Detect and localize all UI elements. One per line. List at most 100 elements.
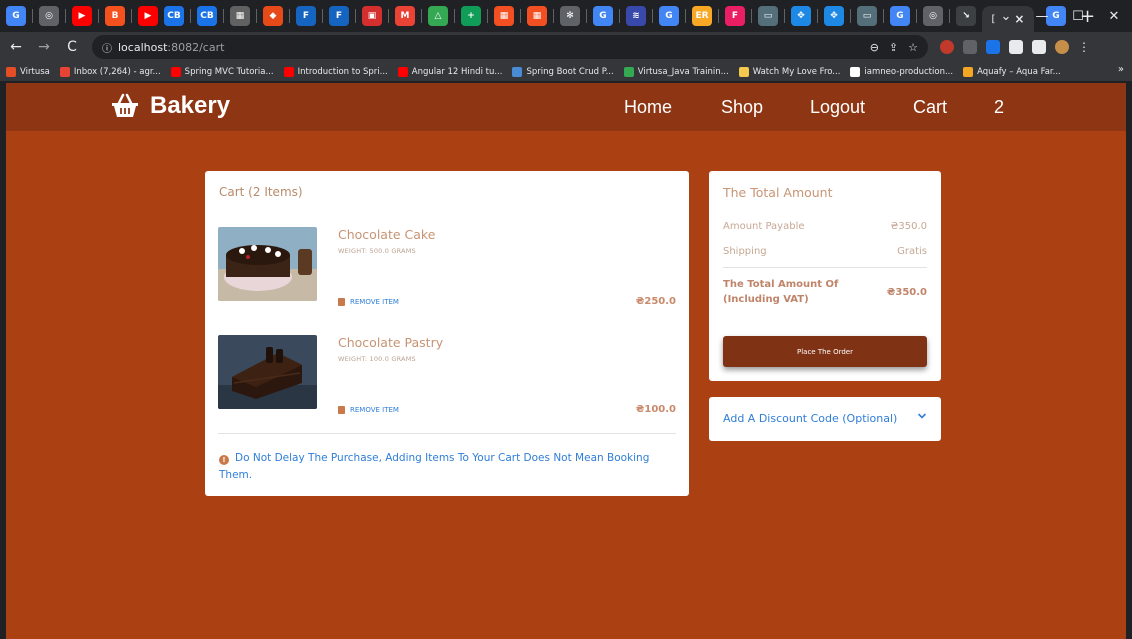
tab-code-icon[interactable]: ▭ <box>758 6 778 26</box>
cart-notice: ! Do Not Delay The Purchase, Adding Items… <box>219 450 669 484</box>
tab-flag-icon[interactable]: F <box>329 6 349 26</box>
tab-jpeg-icon[interactable]: ≋ <box>626 6 646 26</box>
bookmark-item[interactable]: Introduction to Spri... <box>283 66 388 77</box>
forward-arrow-icon[interactable]: → <box>32 39 56 55</box>
tab-gmail-icon[interactable]: M <box>395 6 415 26</box>
tab-blogger-icon[interactable]: B <box>105 6 125 26</box>
url-input[interactable]: ⓘ localhost :8082/cart ⊖ ⇪ ☆ <box>92 35 928 59</box>
bookmark-star-icon[interactable]: ☆ <box>908 41 918 54</box>
amount-payable-row: Amount Payable ₴350.0 <box>723 221 927 232</box>
browser-tab-strip: G ◎ ▶ B ▶ CB CB ▦ ◆ F F ▣ M △ + ▦ ▦ ✻ G … <box>0 0 1132 32</box>
bookmark-item[interactable]: Watch My Love Fro... <box>738 66 841 77</box>
bookmark-favicon-icon <box>397 66 408 77</box>
remove-item-button[interactable]: REMOVE ITEM <box>338 298 399 306</box>
minimize-button[interactable]: — <box>1024 9 1060 24</box>
bookmark-item[interactable]: Virtusa <box>6 66 50 77</box>
amount-payable-label: Amount Payable <box>723 221 805 232</box>
tab-separator <box>883 9 884 23</box>
tab-google-icon[interactable]: G <box>890 6 910 26</box>
basket-icon <box>112 93 138 117</box>
bookmark-item[interactable]: Virtusa_Java Trainin... <box>623 66 729 77</box>
brand[interactable]: Bakery <box>110 92 230 120</box>
bookmark-item[interactable]: iamneo-production... <box>850 66 953 77</box>
bookmark-favicon-icon <box>963 66 974 77</box>
tab-google-icon[interactable]: G <box>6 6 26 26</box>
tab-microsoft-icon[interactable]: ▦ <box>494 6 514 26</box>
bookmark-item[interactable]: Inbox (7,264) - agr... <box>59 66 161 77</box>
item-weight: WEIGHT: 500.0 GRAMS <box>338 247 416 255</box>
tab-separator <box>421 9 422 23</box>
tab-separator <box>289 9 290 23</box>
tab-separator <box>98 9 99 23</box>
tab-separator <box>949 9 950 23</box>
close-window-button[interactable]: ✕ <box>1096 9 1132 24</box>
tab-separator <box>619 9 620 23</box>
tab-code-icon[interactable]: ▭ <box>857 6 877 26</box>
tab-separator <box>652 9 653 23</box>
extension-icon[interactable] <box>986 40 1000 54</box>
tab-cross-icon[interactable]: ✥ <box>791 6 811 26</box>
profile-avatar[interactable] <box>1055 40 1069 54</box>
tab-cb-icon[interactable]: CB <box>164 6 184 26</box>
tab-cross-icon[interactable]: ✥ <box>824 6 844 26</box>
bookmark-favicon-icon <box>738 66 749 77</box>
tab-react-icon[interactable]: ✻ <box>560 6 580 26</box>
tab-drive-icon[interactable]: △ <box>428 6 448 26</box>
info-icon[interactable]: ⓘ <box>102 40 112 55</box>
tab-flag-icon[interactable]: F <box>296 6 316 26</box>
tab-globe-icon[interactable]: ◎ <box>923 6 943 26</box>
bookmark-label: Watch My Love Fro... <box>752 66 841 77</box>
discount-code-toggle[interactable]: Add A Discount Code (Optional) <box>709 397 941 441</box>
info-circle-icon: ! <box>219 455 229 465</box>
bookmark-item[interactable]: Angular 12 Hindi tu... <box>397 66 502 77</box>
maximize-button[interactable]: ☐ <box>1060 9 1096 24</box>
total-label: The Total Amount Of (Including VAT) <box>723 279 839 305</box>
bookmarks-overflow-icon[interactable]: » <box>1118 64 1124 75</box>
total-row: The Total Amount Of (Including VAT) ₴350… <box>723 277 927 307</box>
item-name: Chocolate Pastry <box>338 335 444 350</box>
zoom-icon[interactable]: ⊖ <box>870 41 879 54</box>
adblock-icon[interactable] <box>940 40 954 54</box>
tab-google-icon[interactable]: G <box>593 6 613 26</box>
extension-icon[interactable] <box>963 40 977 54</box>
bookmark-label: Virtusa <box>20 66 50 77</box>
bookmark-item[interactable]: Spring MVC Tutoria... <box>170 66 274 77</box>
tab-arrow-icon[interactable]: ↘ <box>956 6 976 26</box>
trash-icon <box>338 406 345 414</box>
tab-google-icon[interactable]: G <box>659 6 679 26</box>
reload-icon[interactable]: C <box>60 39 84 55</box>
bookmark-item[interactable]: Spring Boot Crud P... <box>512 66 614 77</box>
tab-figma-icon[interactable]: F <box>725 6 745 26</box>
chocolate-cake-image <box>218 227 317 301</box>
tab-separator <box>256 9 257 23</box>
cart-count[interactable]: 2 <box>994 97 1004 118</box>
bookmark-favicon-icon <box>283 66 294 77</box>
tab-sheets-icon[interactable]: + <box>461 6 481 26</box>
nav-logout-link[interactable]: Logout <box>810 97 865 118</box>
tab-separator <box>487 9 488 23</box>
tab-search-icon[interactable]: ⌄ <box>988 9 1024 24</box>
tab-microsoft-icon[interactable]: ▦ <box>527 6 547 26</box>
nav-cart-link[interactable]: Cart <box>913 97 947 118</box>
tab-er-icon[interactable]: ER <box>692 6 712 26</box>
share-icon[interactable]: ⇪ <box>889 41 898 54</box>
sidepanel-icon[interactable] <box>1032 40 1046 54</box>
menu-kebab-icon[interactable]: ⋮ <box>1078 40 1090 54</box>
tab-diamond-icon[interactable]: ◆ <box>263 6 283 26</box>
place-order-button[interactable]: Place The Order <box>723 336 927 367</box>
tab-youtube-icon[interactable]: ▶ <box>72 6 92 26</box>
tab-globe-icon[interactable]: ◎ <box>39 6 59 26</box>
back-arrow-icon[interactable]: ← <box>4 39 28 55</box>
nav-shop-link[interactable]: Shop <box>721 97 763 118</box>
tab-grid-icon[interactable]: ▦ <box>230 6 250 26</box>
total-title: The Total Amount <box>723 185 833 200</box>
nav-home-link[interactable]: Home <box>624 97 672 118</box>
bookmark-label: Spring MVC Tutoria... <box>184 66 274 77</box>
bookmark-item[interactable]: Aquafy – Aqua Far... <box>963 66 1061 77</box>
window-controls: ⌄ — ☐ ✕ <box>988 0 1132 32</box>
tab-red-icon[interactable]: ▣ <box>362 6 382 26</box>
puzzle-icon[interactable] <box>1009 40 1023 54</box>
remove-item-button[interactable]: REMOVE ITEM <box>338 406 399 414</box>
tab-youtube-icon[interactable]: ▶ <box>138 6 158 26</box>
tab-cb-icon[interactable]: CB <box>197 6 217 26</box>
